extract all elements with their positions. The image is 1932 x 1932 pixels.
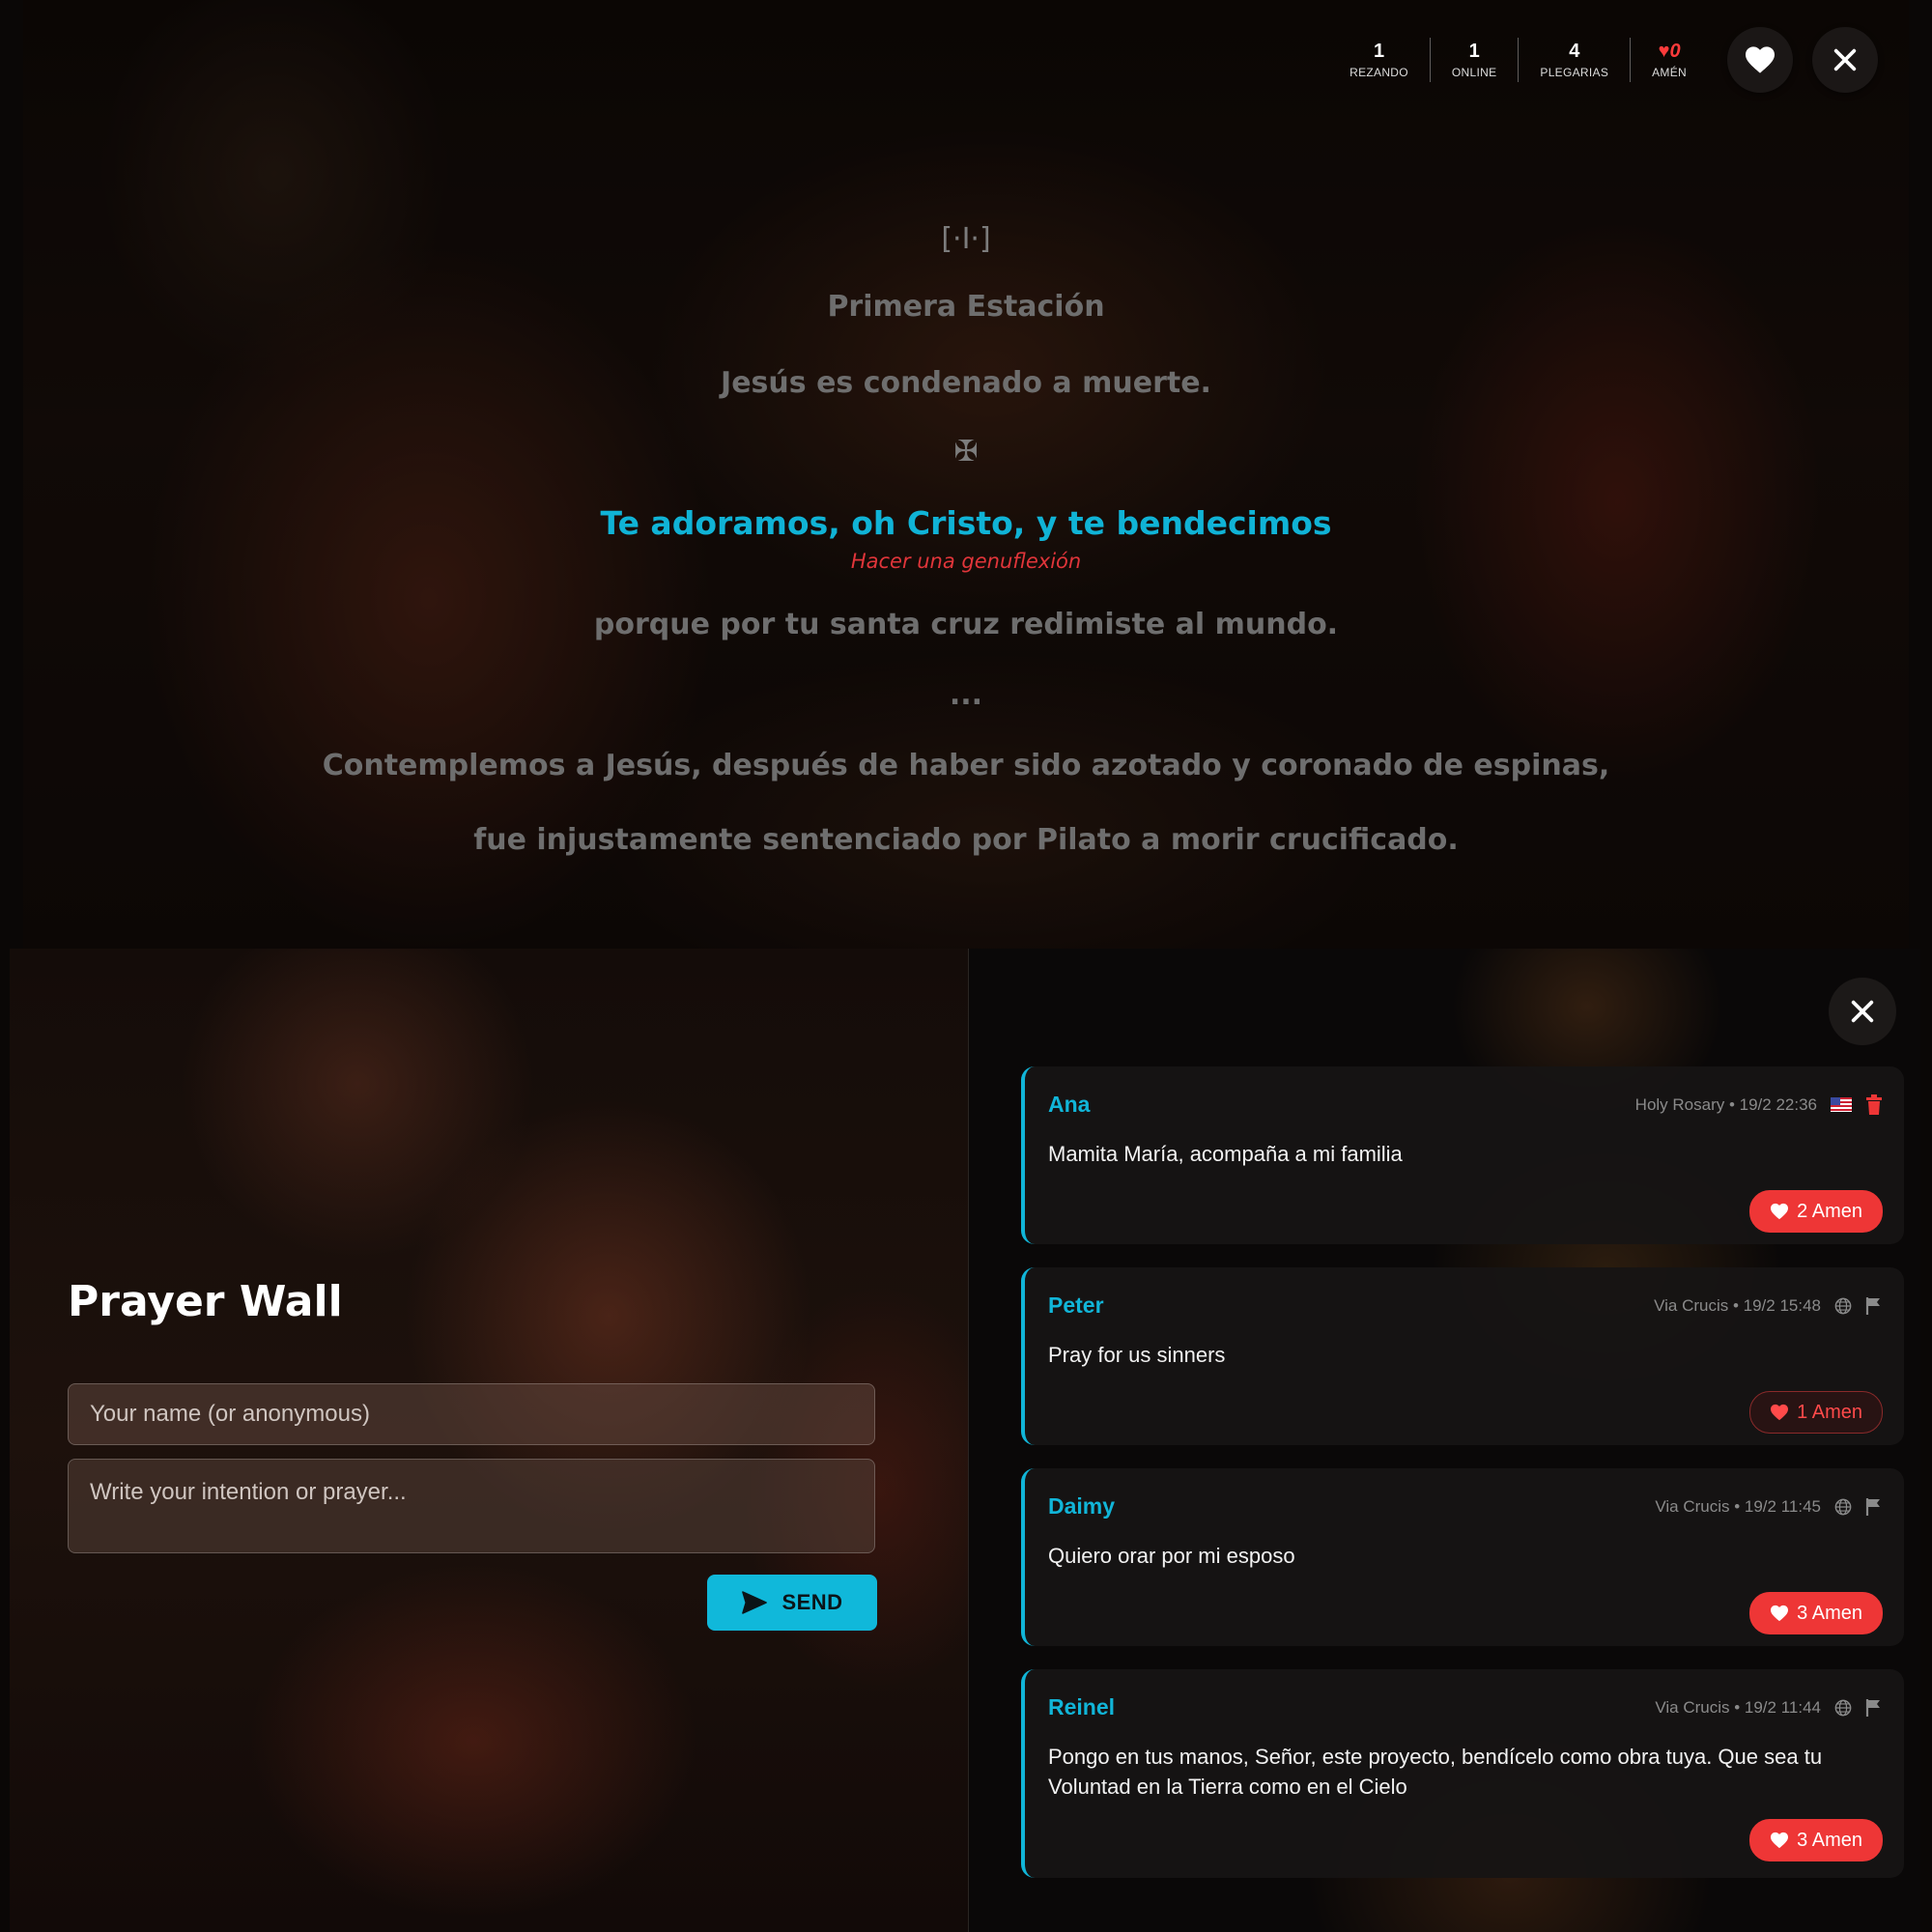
close-icon [1833,48,1857,71]
prayer-response: porque por tu santa cruz redimiste al mu… [593,608,1339,641]
amen-count: 0 [1669,41,1681,62]
prayer-card: Peter Via Crucis • 19/2 15:48 Pray for u… [1021,1267,1904,1445]
close-panel-button[interactable] [1829,978,1896,1045]
stat-label: AMÉN [1652,66,1687,79]
post-meta: Via Crucis • 19/2 15:48 [1654,1295,1821,1315]
amen-count: 3 Amen [1797,1602,1862,1624]
stat-label: REZANDO [1350,66,1408,79]
prayer-text: Quiero orar por mi esposo [1048,1544,1295,1568]
post-meta: Holy Rosary • 19/2 22:36 [1634,1094,1817,1114]
station-symbol: [·I·] [941,222,991,256]
amen-count: 2 Amen [1797,1200,1862,1222]
amen-button[interactable]: 1 Amen [1749,1391,1883,1434]
prayer-card: Daimy Via Crucis • 19/2 11:45 Quiero ora… [1021,1468,1904,1646]
prayer-list-pane: Ana Holy Rosary • 19/2 22:36 Mamita Marí… [968,949,1920,1932]
prayer-input[interactable] [68,1459,875,1553]
heart-icon [1771,1605,1789,1622]
globe-icon [1834,1498,1852,1515]
heart-icon [1746,46,1775,73]
heart-icon [1771,1203,1789,1220]
prayer-text: Pongo en tus manos, Señor, este proyecto… [1048,1745,1823,1799]
flag-icon[interactable] [1865,1497,1883,1517]
amen-heart-button[interactable] [1727,27,1793,93]
prayer-list: Ana Holy Rosary • 19/2 22:36 Mamita Marí… [1021,1066,1904,1901]
post-meta: Via Crucis • 19/2 11:44 [1655,1697,1821,1717]
rubric: Hacer una genuflexión [850,550,1082,573]
heart-icon [1771,1832,1789,1849]
station-subtitle: Jesús es condenado a muerte. [721,366,1211,400]
prayer-text: Pray for us sinners [1048,1343,1226,1367]
prayer-card: Reinel Via Crucis • 19/2 11:44 Pongo en … [1021,1669,1904,1878]
us-flag-icon [1831,1097,1852,1112]
meditation-line-1: Contemplemos a Jesús, después de haber s… [322,749,1610,782]
stat-value: ♥0 [1659,41,1681,62]
stat-rezando: 1 REZANDO [1328,38,1431,82]
page-title: Prayer Wall [68,1277,343,1326]
heart-icon: ♥ [1658,41,1670,62]
heart-icon [1771,1404,1789,1421]
ellipsis: ... [949,678,983,712]
stat-value: 1 [1468,41,1480,62]
stat-label: PLEGARIAS [1540,66,1609,79]
prayer-highlight: Te adoramos, oh Cristo, y te bendecimos [600,504,1332,542]
flag-icon[interactable] [1865,1296,1883,1316]
stat-value: 1 [1373,41,1385,62]
amen-button[interactable]: 3 Amen [1749,1592,1883,1634]
author-name: Daimy [1048,1493,1116,1519]
flag-icon[interactable] [1865,1698,1883,1718]
meditation-line-2: fue injustamente sentenciado por Pilato … [473,823,1459,857]
send-button[interactable]: SEND [707,1575,877,1631]
author-name: Peter [1048,1293,1104,1318]
prayer-text: [·I·] Primera Estación Jesús es condenad… [23,220,1909,857]
cross-symbol: ✠ [953,435,979,469]
close-icon [1851,1000,1874,1023]
send-icon [742,1591,768,1614]
station-title: Primera Estación [827,290,1105,324]
name-input[interactable] [68,1383,875,1445]
trash-icon[interactable] [1865,1094,1883,1116]
author-name: Ana [1048,1092,1091,1117]
prayer-card: Ana Holy Rosary • 19/2 22:36 Mamita Marí… [1021,1066,1904,1244]
post-meta: Via Crucis • 19/2 11:45 [1655,1496,1821,1516]
close-button[interactable] [1812,27,1878,93]
prayer-form-pane: Prayer Wall SEND [10,949,968,1932]
prayer-wall-panel: Prayer Wall SEND Ana Holy Rosary • 19/2 … [10,949,1920,1932]
stat-online: 1 ONLINE [1431,38,1520,82]
author-name: Reinel [1048,1694,1116,1719]
stat-value: 4 [1569,41,1580,62]
amen-button[interactable]: 3 Amen [1749,1819,1883,1861]
prayer-text: Mamita María, acompaña a mi familia [1048,1142,1403,1166]
globe-icon [1834,1297,1852,1314]
send-label: SEND [781,1590,843,1614]
stats-bar: 1 REZANDO 1 ONLINE 4 PLEGARIAS ♥0 AMÉN [1328,27,1878,93]
amen-button[interactable]: 2 Amen [1749,1190,1883,1233]
stat-label: ONLINE [1451,66,1497,79]
stat-amen: ♥0 AMÉN [1631,38,1708,82]
globe-icon [1834,1699,1852,1716]
amen-count: 1 Amen [1797,1401,1862,1423]
prayer-viewer: 1 REZANDO 1 ONLINE 4 PLEGARIAS ♥0 AMÉN [… [23,0,1909,949]
amen-count: 3 Amen [1797,1829,1862,1851]
stat-plegarias: 4 PLEGARIAS [1519,38,1632,82]
